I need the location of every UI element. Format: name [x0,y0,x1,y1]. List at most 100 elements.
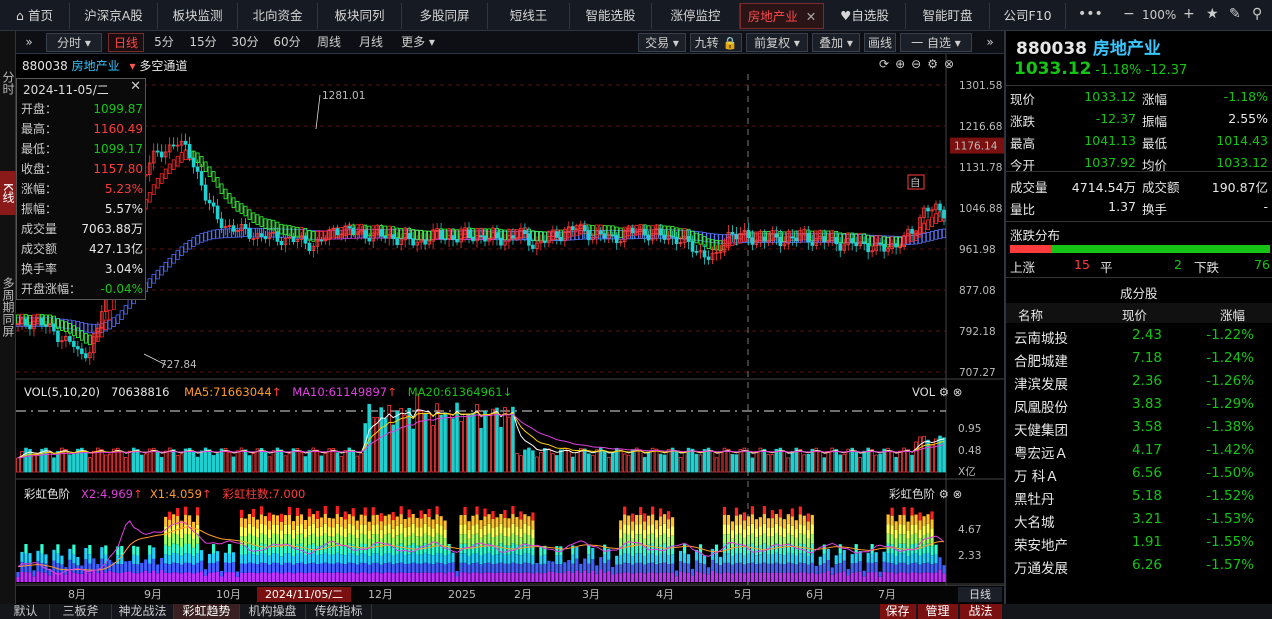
tab-north-funds[interactable]: 北向资金 [238,3,318,29]
component-row[interactable]: 万 科Ａ 6.56 -1.50% [1006,463,1272,485]
rainbow-bar-segment [367,521,371,531]
settings-icon[interactable]: ⚙ [939,487,949,501]
star-icon[interactable]: ★ [1206,6,1219,22]
tab-limit-monitor[interactable]: 涨停监控 [652,3,740,29]
tab-f10[interactable]: 公司F10 [990,3,1066,29]
fast-channel-bar [159,173,164,184]
component-row[interactable]: 荣安地产 1.91 -1.55% [1006,532,1272,554]
rainbow-bar-segment [180,538,184,547]
strip-multi-period[interactable]: 多周期同屏 [0,259,16,355]
settings-icon[interactable]: ⚙ [927,57,944,71]
strip-intraday[interactable]: 分时 [0,67,16,99]
rainbow-bar-segment [599,557,603,570]
tab-sector-monitor[interactable]: 板块监测 [158,3,238,29]
kline-chart[interactable]: 0.950.48X亿 4.672.33 1301.581216.681131.7… [16,54,1004,604]
tab-short-king[interactable]: 短线王 [488,3,570,29]
component-row[interactable]: 粤宏远Ａ 4.17 -1.42% [1006,440,1272,462]
rainbow-bar-segment [563,572,567,582]
strip-kline[interactable]: K线 [0,171,16,215]
bottom-action[interactable]: 战法 [960,604,1002,619]
close-icon[interactable]: ⊗ [944,57,960,71]
rainbow-bar-segment [459,562,463,573]
zoom-in-icon[interactable]: + [1183,6,1195,22]
indicator-dropdown-icon[interactable]: ▾ [129,59,135,73]
close-icon[interactable]: ✕ [130,79,141,94]
bottom-tab[interactable]: 机构操盘 [240,604,306,619]
overlay-dropdown[interactable]: 叠加 ▾ [812,33,860,52]
rainbow-bar-segment [926,514,930,524]
tab-home[interactable]: ⌂ 首页 [0,3,70,29]
period-15m[interactable]: 15分 [186,33,220,52]
rainbow-bar-segment [639,514,643,525]
rainbow-bar-segment [802,534,806,545]
period-5m[interactable]: 5分 [148,33,180,52]
component-row[interactable]: 万通发展 6.26 -1.57% [1006,555,1272,577]
close-icon[interactable]: ✕ [806,9,816,24]
bottom-tab[interactable]: 神龙战法 [112,604,174,619]
bottom-tab[interactable]: 三板斧 [50,604,112,619]
expand-icon[interactable]: » [22,33,36,52]
zixuan-dropdown[interactable]: 一 自选 ▾ [900,33,972,52]
rainbow-bar-segment [874,562,878,573]
volume-bar [271,450,276,473]
period-monthly[interactable]: 月线 [354,33,388,52]
fuquan-dropdown[interactable]: 前复权 ▾ [746,33,808,52]
close-icon[interactable]: ⊗ [953,487,963,501]
refresh-icon[interactable]: ⟳ [879,57,895,71]
period-weekly[interactable]: 周线 [312,33,346,52]
tab-smart-watch[interactable]: 智能盯盘 [906,3,990,29]
candle-body [790,236,795,239]
collapse-right-icon[interactable]: » [982,33,998,52]
rainbow-bar-segment [499,562,503,573]
settings-icon[interactable]: ⚙ [939,385,949,399]
candle-body [215,205,220,220]
bottom-action[interactable]: 管理 [918,604,958,619]
pin-icon[interactable]: ⚲ [1252,6,1262,22]
rainbow-bar-segment [790,535,794,545]
trade-dropdown[interactable]: 交易 ▾ [638,33,686,52]
fast-channel-bar [167,163,172,175]
rainbow-bar-segment [686,572,691,582]
close-icon[interactable]: ⊗ [953,385,963,399]
component-row[interactable]: 天健集团 3.58 -1.38% [1006,417,1272,439]
add-icon[interactable]: ⊕ [895,57,911,71]
rainbow-bar-segment [738,553,743,563]
draw-line-button[interactable]: 画线 [864,33,896,52]
period-daily[interactable]: 日线 [108,33,144,52]
rainbow-bar-segment [507,536,511,546]
rainbow-bar-segment [663,514,667,524]
rainbow-top-segment [918,512,922,521]
edit-icon[interactable]: ✎ [1229,6,1241,22]
zoom-out-icon[interactable]: − [1123,6,1135,22]
period-30m[interactable]: 30分 [228,33,262,52]
bottom-tab[interactable]: 彩虹趋势 [174,604,240,619]
tab-smart-select[interactable]: 智能选股 [570,3,652,29]
candle-body [646,234,651,241]
component-row[interactable]: 合肥城建 7.18 -1.24% [1006,348,1272,370]
component-row[interactable]: 黑牡丹 5.18 -1.52% [1006,486,1272,508]
tab-real-estate[interactable]: 房地产业 ✕ [740,3,824,29]
component-row[interactable]: 大名城 3.21 -1.53% [1006,509,1272,531]
indicator-name[interactable]: 多空通道 [139,59,187,73]
minus-icon[interactable]: ⊖ [911,57,927,71]
period-60m[interactable]: 60分 [270,33,304,52]
tab-watchlist[interactable]: ♥自选股 [824,3,906,29]
tab-sector-list[interactable]: 板块同列 [318,3,402,29]
tab-a-shares[interactable]: 沪深京A股 [70,3,158,29]
jiuzhuan-button[interactable]: 九转 🔒 [690,33,742,52]
bottom-action[interactable]: 保存 [880,604,916,619]
component-row[interactable]: 津滨发展 2.36 -1.26% [1006,371,1272,393]
period-intraday[interactable]: 分时 ▾ [46,33,102,52]
component-row[interactable]: 凤凰股份 3.83 -1.29% [1006,394,1272,416]
more-icon[interactable]: ••• [1078,6,1103,22]
volume-bar [766,454,771,473]
rainbow-bar-segment [355,546,359,556]
rainbow-bar-segment [934,544,938,554]
bottom-tab[interactable]: 传统指标 [306,604,372,619]
rainbow-bar-segment [168,564,172,574]
component-row[interactable]: 云南城投 2.43 -1.22% [1006,325,1272,347]
bottom-tab[interactable]: 默认 [2,604,50,619]
tab-multi-stock[interactable]: 多股同屏 [402,3,488,29]
period-more[interactable]: 更多 ▾ [396,33,440,52]
rainbow-bar-segment [359,572,363,582]
